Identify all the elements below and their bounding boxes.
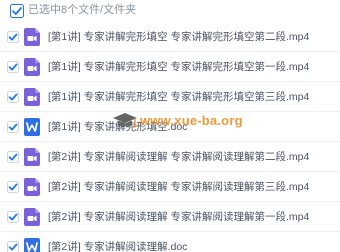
checkbox-checked-icon <box>7 121 19 133</box>
row-checkbox[interactable] <box>7 61 19 73</box>
checkbox-checked-icon <box>7 241 19 252</box>
file-name: [第1讲] 专家讲解完形填空 专家讲解完形填空第二段.mp4 <box>48 31 310 43</box>
file-name: [第2讲] 专家讲解阅读理解 专家讲解阅读理解第一段.mp4 <box>48 211 310 223</box>
row-checkbox[interactable] <box>7 121 19 133</box>
checkbox-checked-icon <box>10 4 24 18</box>
video-file-icon <box>24 28 40 46</box>
video-file-icon <box>24 58 40 76</box>
checkbox-checked-icon <box>7 211 19 223</box>
checkbox-checked-icon <box>7 61 19 73</box>
checkbox-checked-icon <box>7 151 19 163</box>
word-file-icon <box>24 118 40 136</box>
file-row[interactable]: [第2讲] 专家讲解阅读理解 专家讲解阅读理解第一段.mp4 <box>0 202 340 232</box>
file-name: [第2讲] 专家讲解阅读理解 专家讲解阅读理解第三段.mp4 <box>48 181 310 193</box>
video-file-icon <box>24 148 40 166</box>
file-name: [第1讲] 专家讲解完形填空.doc <box>48 121 188 133</box>
selection-header: 已选中8个文件/文件夹 <box>0 0 340 20</box>
row-checkbox[interactable] <box>7 151 19 163</box>
file-name: [第1讲] 专家讲解完形填空 专家讲解完形填空第一段.mp4 <box>48 61 310 73</box>
file-row[interactable]: [第1讲] 专家讲解完形填空 专家讲解完形填空第一段.mp4 <box>0 52 340 82</box>
row-checkbox[interactable] <box>7 211 19 223</box>
row-checkbox[interactable] <box>7 181 19 193</box>
file-row[interactable]: [第2讲] 专家讲解阅读理解.doc <box>0 232 340 252</box>
video-file-icon <box>24 88 40 106</box>
word-file-icon <box>24 238 40 252</box>
checkbox-checked-icon <box>7 91 19 103</box>
file-row[interactable]: [第2讲] 专家讲解阅读理解 专家讲解阅读理解第三段.mp4 <box>0 172 340 202</box>
file-name: [第2讲] 专家讲解阅读理解 专家讲解阅读理解第二段.mp4 <box>48 151 310 163</box>
checkbox-checked-icon <box>7 181 19 193</box>
selection-count: 已选中8个文件/文件夹 <box>28 4 137 16</box>
file-row[interactable]: [第2讲] 专家讲解阅读理解 专家讲解阅读理解第二段.mp4 <box>0 142 340 172</box>
file-list: [第1讲] 专家讲解完形填空 专家讲解完形填空第二段.mp4 [第1讲] 专家讲… <box>0 22 340 252</box>
video-file-icon <box>24 178 40 196</box>
checkbox-checked-icon <box>7 31 19 43</box>
row-checkbox[interactable] <box>7 31 19 43</box>
file-row[interactable]: [第1讲] 专家讲解完形填空.doc <box>0 112 340 142</box>
select-all-checkbox[interactable] <box>10 4 24 18</box>
row-checkbox[interactable] <box>7 241 19 252</box>
file-row[interactable]: [第1讲] 专家讲解完形填空 专家讲解完形填空第二段.mp4 <box>0 22 340 52</box>
file-row[interactable]: [第1讲] 专家讲解完形填空 专家讲解完形填空第三段.mp4 <box>0 82 340 112</box>
file-manager-page: 已选中8个文件/文件夹 [第1讲] 专家讲解完形填空 专家讲解完形填空第二段.m… <box>0 0 340 252</box>
video-file-icon <box>24 208 40 226</box>
row-checkbox[interactable] <box>7 91 19 103</box>
file-name: [第1讲] 专家讲解完形填空 专家讲解完形填空第三段.mp4 <box>48 91 310 103</box>
file-name: [第2讲] 专家讲解阅读理解.doc <box>48 241 188 252</box>
